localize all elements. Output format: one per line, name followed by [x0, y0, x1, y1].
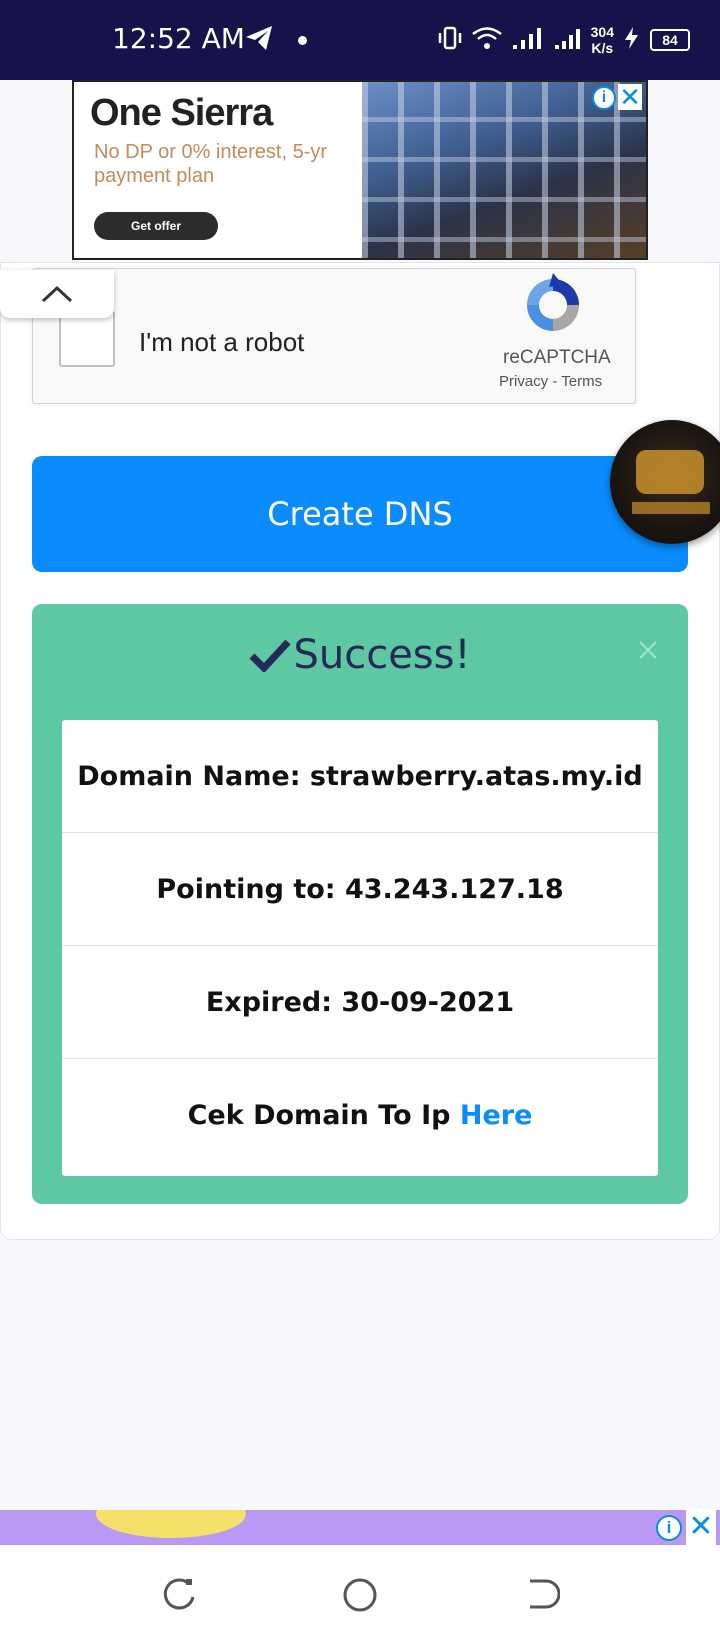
notification-dot-icon [298, 36, 307, 45]
chevron-up-icon [41, 285, 73, 303]
system-nav-bar [0, 1545, 720, 1640]
ad-brand: One Sierra [90, 92, 273, 134]
dns-result-list: Domain Name: strawberry.atas.my.id Point… [62, 720, 658, 1176]
ad-info-icon[interactable]: i [592, 86, 616, 110]
signal-icon [511, 25, 545, 56]
status-bar: 12:52 AM 304 K/s 84 [0, 0, 720, 80]
vibrate-icon [437, 25, 463, 56]
domain-name-row: Domain Name: strawberry.atas.my.id [62, 720, 658, 833]
network-speed: 304 K/s [591, 24, 614, 56]
recent-apps-icon[interactable] [160, 1575, 200, 1615]
battery-level: 84 [650, 29, 690, 51]
success-title: Success! [32, 632, 688, 678]
ad-close-icon[interactable]: ✕ [618, 84, 642, 110]
success-title-text: Success! [293, 632, 471, 678]
recaptcha-link-separator: - [548, 373, 562, 390]
success-alert: Success! Domain Name: strawberry.atas.my… [32, 604, 688, 1204]
ad-banner-top[interactable]: One Sierra No DP or 0% interest, 5-yr pa… [72, 80, 648, 260]
back-icon[interactable] [520, 1575, 560, 1615]
telegram-icon [244, 24, 274, 57]
recaptcha-widget: I'm not a robot reCAPTCHA Privacy - Term… [32, 268, 636, 404]
ad-bottom-info-icon[interactable]: i [656, 1515, 682, 1541]
charging-icon [622, 25, 642, 56]
create-dns-button[interactable]: Create DNS [32, 456, 688, 572]
ad-cta-button[interactable]: Get offer [94, 212, 218, 240]
network-speed-unit: K/s [591, 40, 614, 56]
recaptcha-privacy-link[interactable]: Privacy [499, 373, 548, 390]
avatar-emblem-icon [636, 450, 704, 494]
recaptcha-checkbox[interactable] [59, 311, 115, 367]
ad-copy: No DP or 0% interest, 5-yr payment plan [94, 141, 328, 187]
ad-banner-bottom[interactable]: i ✕ [0, 1510, 720, 1545]
expired-row: Expired: 30-09-2021 [62, 946, 658, 1059]
network-speed-value: 304 [590, 24, 614, 40]
recaptcha-brand: reCAPTCHA [503, 347, 611, 368]
status-time: 12:52 AM [112, 22, 245, 55]
pointing-to-row: Pointing to: 43.243.127.18 [62, 833, 658, 946]
ad-image [96, 1510, 246, 1538]
status-icons: 304 K/s 84 [437, 18, 690, 62]
check-domain-text: Cek Domain To Ip [187, 1100, 460, 1131]
ad-bottom-close-icon[interactable]: ✕ [686, 1510, 716, 1545]
recaptcha-logo-icon [521, 273, 585, 342]
signal-2-icon [553, 25, 583, 56]
recaptcha-links: Privacy - Terms [499, 373, 602, 390]
home-icon[interactable] [340, 1575, 380, 1615]
collapse-ad-button[interactable] [0, 270, 114, 318]
check-domain-link[interactable]: Here [460, 1100, 533, 1131]
recaptcha-terms-link[interactable]: Terms [561, 373, 602, 390]
close-alert-icon[interactable] [636, 638, 660, 662]
check-icon [249, 639, 292, 674]
recaptcha-label: I'm not a robot [139, 327, 305, 357]
wifi-icon [471, 25, 503, 56]
check-domain-row: Cek Domain To Ip Here [62, 1059, 658, 1172]
